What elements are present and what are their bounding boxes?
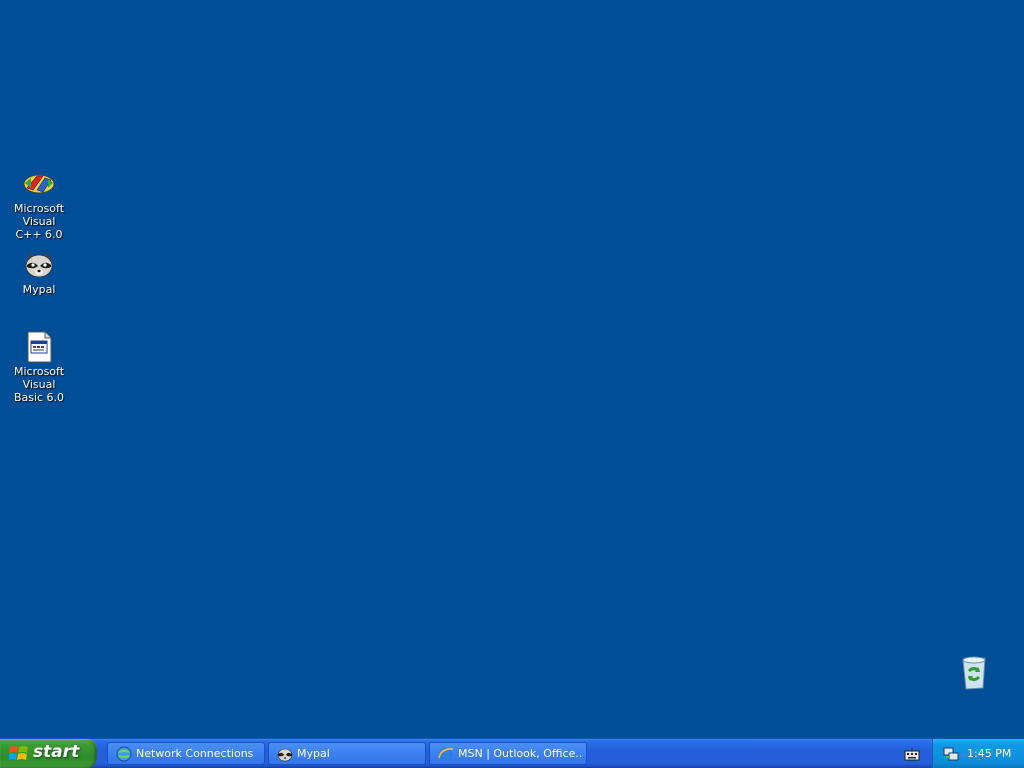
desktop-icon-visual-basic[interactable]: Microsoft Visual Basic 6.0 <box>0 331 78 404</box>
start-label: start <box>33 742 80 762</box>
taskbar-button-network-connections[interactable]: Network Connections <box>107 742 265 765</box>
taskbar-button-mypal[interactable]: Mypal <box>268 742 426 765</box>
desktop-icon-label: Microsoft Visual C++ 6.0 <box>13 202 65 241</box>
network-status-icon[interactable] <box>943 746 959 762</box>
mypal-raccoon-icon <box>25 252 53 278</box>
taskbar-button-label: Network Connections <box>136 747 254 760</box>
mypal-raccoon-icon <box>277 748 293 762</box>
taskbar-button-msn-outlook[interactable]: MSN | Outlook, Office... <box>429 742 587 765</box>
network-connections-icon <box>116 746 132 762</box>
system-tray: 1:45 PM <box>932 739 1024 768</box>
desktop-icon-label: Mypal <box>22 283 56 296</box>
taskbar-button-label: MSN | Outlook, Office... <box>458 747 583 760</box>
keyboard-language-icon[interactable] <box>904 747 920 761</box>
visual-basic-icon <box>27 331 52 363</box>
desktop-icon-mypal[interactable]: Mypal <box>0 249 78 296</box>
desktop-icon-visual-cpp[interactable]: Microsoft Visual C++ 6.0 <box>0 168 78 241</box>
recycle-bin-icon[interactable] <box>956 655 992 691</box>
taskbar-button-label: Mypal <box>297 747 330 760</box>
windows-logo-icon <box>9 746 28 760</box>
desktop-icon-label: Microsoft Visual Basic 6.0 <box>13 365 65 404</box>
clock[interactable]: 1:45 PM <box>967 747 1011 760</box>
visual-cpp-icon <box>23 174 55 194</box>
desktop[interactable]: Microsoft Visual C++ 6.0 Mypal Microsoft… <box>0 0 1024 738</box>
taskbar: start Network Connections Mypal MSN | Ou… <box>0 738 1024 768</box>
internet-explorer-icon <box>438 747 454 762</box>
start-button[interactable]: start <box>0 739 97 768</box>
